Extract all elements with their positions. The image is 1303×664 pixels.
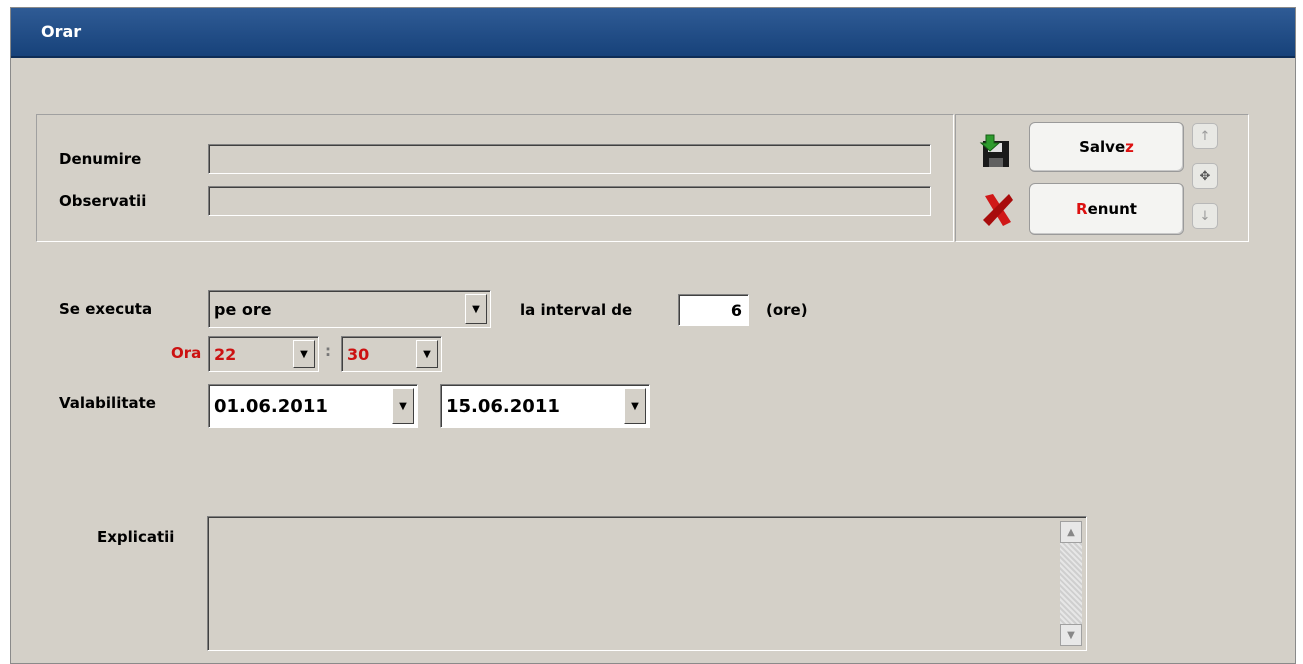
se-executa-label: Se executa (59, 300, 153, 318)
explicatii-label: Explicatii (97, 528, 175, 546)
cancel-button[interactable]: Renunt (1029, 183, 1184, 235)
save-disk-icon (979, 134, 1009, 167)
arrow-down-icon: ↓ (1199, 208, 1211, 224)
identification-panel (36, 114, 954, 242)
date-from-picker[interactable]: 01.06.2011 ▼ (208, 384, 418, 428)
vertical-scrollbar[interactable]: ▲ ▼ (1060, 521, 1082, 646)
scroll-up-icon[interactable]: ▲ (1060, 521, 1082, 543)
valabilitate-label: Valabilitate (59, 394, 156, 412)
explicatii-textarea[interactable]: ▲ ▼ (207, 516, 1087, 651)
observatii-field[interactable] (208, 186, 931, 216)
nav-up-button[interactable]: ↑ (1192, 123, 1218, 149)
interval-unit: (ore) (766, 301, 808, 319)
minute-select[interactable]: 30 ▼ (341, 336, 442, 372)
chevron-down-icon[interactable]: ▼ (392, 388, 414, 424)
move-icon: ✥ (1199, 168, 1211, 184)
observatii-label: Observatii (59, 192, 147, 210)
arrow-up-icon: ↑ (1199, 128, 1211, 144)
hour-select[interactable]: 22 ▼ (208, 336, 319, 372)
scroll-down-icon[interactable]: ▼ (1060, 624, 1082, 646)
orar-window: Orar Denumire Observatii Salve z Renunt ↑… (10, 7, 1296, 664)
interval-label: la interval de (520, 301, 633, 319)
interval-input[interactable]: 6 (678, 294, 749, 326)
nav-down-button[interactable]: ↓ (1192, 203, 1218, 229)
chevron-down-icon[interactable]: ▼ (293, 340, 315, 368)
save-button[interactable]: Salve z (1029, 122, 1184, 172)
move-button[interactable]: ✥ (1192, 163, 1218, 189)
window-title: Orar (41, 22, 82, 41)
se-executa-select[interactable]: pe ore ▼ (208, 290, 491, 328)
denumire-field[interactable] (208, 144, 931, 174)
ora-label: Ora (171, 344, 202, 362)
date-to-picker[interactable]: 15.06.2011 ▼ (440, 384, 650, 428)
time-separator: : (325, 342, 331, 360)
denumire-label: Denumire (59, 150, 142, 168)
chevron-down-icon[interactable]: ▼ (416, 340, 438, 368)
chevron-down-icon[interactable]: ▼ (624, 388, 646, 424)
title-bar: Orar (11, 8, 1295, 58)
chevron-down-icon[interactable]: ▼ (465, 294, 487, 324)
red-x-icon (983, 194, 1013, 226)
